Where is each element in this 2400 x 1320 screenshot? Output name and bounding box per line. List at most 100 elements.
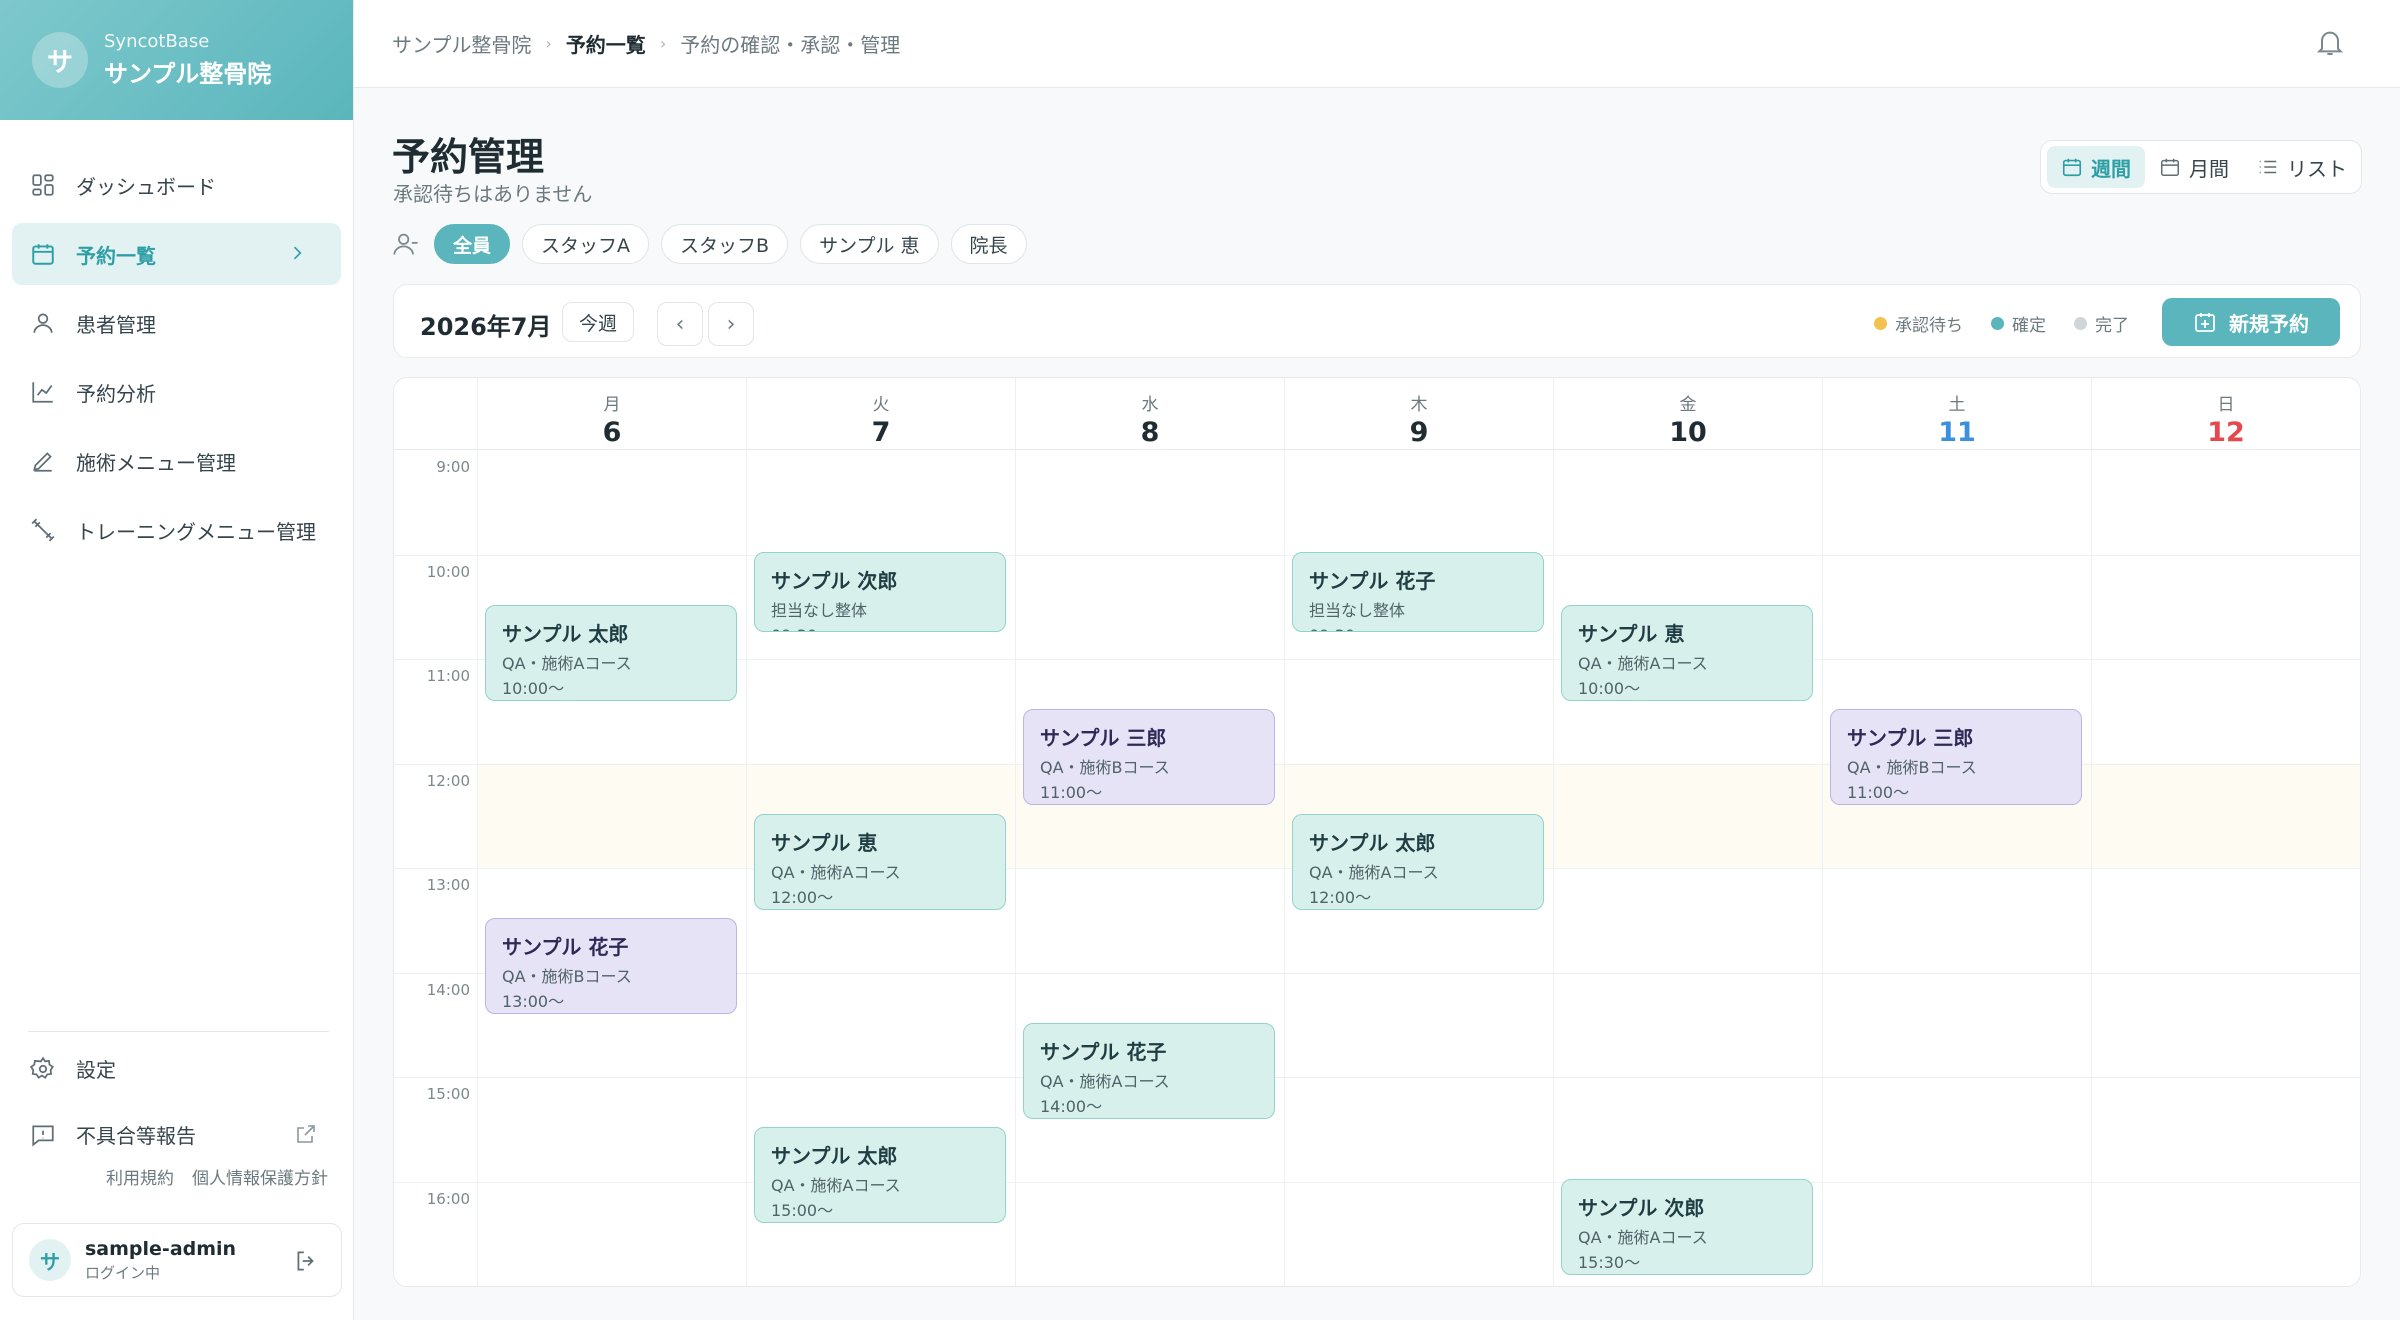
time-label: 14:00 [426, 980, 470, 999]
view-month-label: 月間 [2189, 156, 2229, 181]
sidebar-item-dashboard[interactable]: ダッシュボード [12, 154, 341, 216]
legend-label: 完了 [2095, 316, 2129, 336]
next-week-button[interactable]: › [708, 302, 754, 346]
view-list-button[interactable]: リスト [2243, 146, 2361, 188]
legend-dot [1991, 317, 2004, 330]
staff-chip-megumi[interactable]: サンプル 恵 [800, 224, 939, 264]
week-calendar: 月6 火7 水8 木9 金 10 土 11 日 12 9:00 10:00 11:00 12… [393, 377, 2361, 1287]
day-column-divider [746, 450, 747, 1286]
sidebar-item-report[interactable]: 不具合等報告 [30, 1120, 196, 1149]
sidebar-item-analytics[interactable]: 予約分析 [12, 361, 341, 423]
day-header[interactable]: 火7 [746, 378, 1015, 450]
time-label: 15:00 [426, 1085, 470, 1103]
topbar: サンプル整骨院 › 予約一覧 › 予約の確認・承認・管理 [354, 0, 2400, 88]
appointment-card[interactable]: サンプル 花子 QA・施術Bコース 13:00〜 [485, 918, 737, 1014]
appointment-card[interactable]: サンプル 恵 QA・施術Aコース 12:00〜 [754, 813, 1006, 910]
day-header[interactable]: 土 11 [1822, 378, 2091, 450]
view-week-button[interactable]: 週間 [2047, 146, 2145, 188]
calendar-icon [2062, 158, 2082, 177]
legend-label: 承認待ち [1895, 316, 1963, 336]
user-icon [33, 313, 53, 333]
appointment-course: QA・施術Aコース [771, 1176, 901, 1195]
external-link-icon[interactable] [294, 1122, 318, 1146]
day-weekday: 火 [872, 395, 890, 415]
legend-dot [1874, 317, 1887, 330]
view-list-label: リスト [2287, 156, 2347, 181]
day-date: 7 [871, 417, 891, 448]
hour-gridline [394, 1077, 2360, 1078]
appointment-course: QA・施術Aコース [1040, 1071, 1170, 1091]
day-header[interactable]: 木9 [1284, 378, 1553, 450]
bell-icon[interactable] [2314, 26, 2346, 58]
staff-chip-staff-a[interactable]: スタッフA [522, 224, 650, 264]
appointment-course: QA・施術Aコース [1578, 1228, 1708, 1248]
terms-link[interactable]: 利用規約 [106, 1169, 174, 1189]
legal-links: 利用規約 個人情報保護方針 [106, 1164, 346, 1189]
sidebar-item-training-menu[interactable]: トレーニングメニュー管理 [12, 499, 341, 561]
avatar: サ [29, 1239, 71, 1281]
sidebar-item-treatment-menu[interactable]: 施術メニュー管理 [12, 430, 341, 492]
appointment-card[interactable]: サンプル 太郎 QA・施術Aコース 10:00〜 [485, 604, 737, 701]
appointment-card[interactable]: サンプル 太郎 QA・施術Aコース 12:00〜 [1292, 813, 1544, 910]
view-month-button[interactable]: 月間 [2145, 146, 2243, 188]
calendar-header: 月6 火7 水8 木9 金 10 土 11 日 12 [394, 378, 2360, 450]
breadcrumb-item-current: 予約一覧 [565, 33, 646, 57]
current-month: 2026年7月 [420, 313, 552, 341]
report-icon [32, 1124, 54, 1147]
appointment-course: QA・施術Bコース [502, 967, 632, 986]
appointment-patient: サンプル 花子 [502, 935, 629, 959]
staff-icon [393, 233, 418, 255]
calendar-icon [32, 244, 54, 265]
sidebar-nav: ダッシュボード 予約一覧 患者管理 予約分析 施術メニュー管理 トレーニングメニ… [0, 154, 353, 561]
brand-header[interactable]: サ SyncotBase サンプル整骨院 [0, 0, 353, 120]
dashboard-icon [32, 174, 54, 196]
appointment-card[interactable]: サンプル 三郎 QA・施術Bコース 11:00〜 [1023, 709, 1275, 805]
day-header[interactable]: 水8 [1015, 378, 1284, 450]
chevron-right-icon [293, 246, 302, 260]
day-column-divider [1015, 450, 1016, 1286]
sidebar-item-reservations[interactable]: 予約一覧 [12, 223, 341, 285]
appointment-patient: サンプル 太郎 [1309, 830, 1436, 855]
user-status: ログイン中 [85, 1263, 161, 1282]
report-label: 不具合等報告 [76, 1124, 196, 1148]
settings-label: 設定 [76, 1058, 116, 1082]
sidebar-item-patients[interactable]: 患者管理 [12, 292, 341, 354]
appointment-course: QA・施術Bコース [1040, 758, 1170, 777]
appointment-card[interactable]: サンプル 花子担当なし整体09:30〜 [1292, 552, 1544, 633]
day-date: 12 [2207, 417, 2245, 448]
appointment-course: 担当なし整体 [1309, 601, 1406, 621]
time-label: 11:00 [426, 667, 470, 685]
appointment-card[interactable]: サンプル 太郎 QA・施術Aコース 15:00〜 [754, 1127, 1006, 1223]
appointment-card[interactable]: サンプル 恵 QA・施術Aコース 10:00〜 [1561, 604, 1813, 701]
appointment-course: QA・施術Aコース [1309, 862, 1439, 882]
appointment-card[interactable]: サンプル 三郎 QA・施術Bコース 11:00〜 [1830, 709, 2082, 805]
staff-chip-staff-b[interactable]: スタッフB [661, 224, 789, 264]
day-header[interactable]: 月6 [477, 378, 746, 450]
appointment-time: 09:30〜 [1309, 622, 1527, 631]
prev-week-button[interactable]: ‹ [657, 302, 703, 346]
chart-icon [32, 382, 53, 403]
legend-item-pending: 承認待ち [1874, 311, 1963, 336]
appointment-course: QA・施術Aコース [502, 653, 632, 673]
legend-dot [2074, 317, 2087, 330]
brand-subtitle: SyncotBase [104, 31, 210, 52]
staff-chip-all[interactable]: 全員 [434, 224, 511, 264]
privacy-link[interactable]: 個人情報保護方針 [192, 1169, 328, 1189]
logout-icon[interactable] [293, 1248, 319, 1274]
sidebar-item-settings[interactable]: 設定 [30, 1054, 116, 1083]
breadcrumb: サンプル整骨院 › 予約一覧 › 予約の確認・承認・管理 [392, 29, 900, 58]
appointment-card[interactable]: サンプル 次郎担当なし整体09:30〜 [754, 552, 1006, 633]
appointment-card[interactable]: サンプル 次郎 QA・施術Aコース 15:30〜 [1561, 1179, 1813, 1276]
appointment-time: 11:00〜 [1040, 783, 1103, 802]
time-label: 16:00 [426, 1189, 470, 1208]
this-week-button[interactable]: 今週 [562, 302, 635, 342]
legend-label: 確定 [2012, 316, 2046, 336]
new-reservation-button[interactable]: 新規予約 [2162, 298, 2340, 346]
day-header[interactable]: 金 10 [1553, 378, 1822, 450]
appointment-card[interactable]: サンプル 花子 QA・施術Aコース 14:00〜 [1023, 1022, 1275, 1119]
day-header[interactable]: 日 12 [2091, 378, 2360, 450]
list-icon [2259, 160, 2277, 174]
staff-chip-director[interactable]: 院長 [950, 224, 1027, 264]
breadcrumb-item-clinic[interactable]: サンプル整骨院 [392, 29, 531, 58]
sidebar-item-label: ダッシュボード [76, 174, 216, 199]
